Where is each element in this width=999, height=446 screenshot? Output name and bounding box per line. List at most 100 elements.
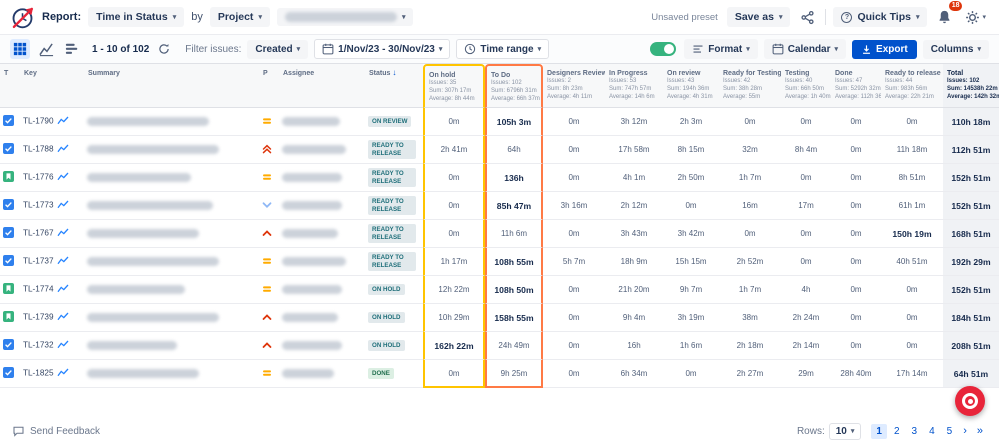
refresh-icon[interactable] (155, 40, 173, 58)
trend-chart-icon[interactable] (57, 312, 69, 323)
trend-chart-icon[interactable] (57, 228, 69, 239)
column-stat: Sum: 983h 56m (885, 85, 940, 93)
trend-chart-icon[interactable] (57, 284, 69, 295)
report-type-dropdown[interactable]: Time in Status ▾ (88, 7, 184, 27)
time-cell: 4h (781, 276, 831, 304)
date-range-picker[interactable]: 1/Nov/23 - 30/Nov/23 ▾ (314, 39, 450, 59)
summary-cell (84, 276, 259, 304)
status-badge: ON REVIEW (368, 116, 411, 128)
column-header-status[interactable]: Status↓ (365, 64, 423, 108)
table-row[interactable]: TL-1774ON HOLD12h 22m108h 50m0m21h 20m9h… (0, 276, 999, 304)
time-cell: 5h 7m (543, 248, 605, 276)
column-header-designers-review[interactable]: Designers ReviewIssues: 2Sum: 8h 23mAver… (543, 64, 605, 108)
trend-chart-icon[interactable] (57, 116, 69, 127)
calendar-label: Calendar (788, 44, 831, 55)
issue-key-link[interactable]: TL-1825 (23, 369, 54, 378)
sort-descending-icon[interactable]: ↓ (392, 68, 396, 77)
column-label: Summary (88, 70, 120, 77)
column-header-ready-for-testing[interactable]: Ready for TestingIssues: 42Sum: 38h 28mA… (719, 64, 781, 108)
time-cell: 1h 7m (719, 276, 781, 304)
total-cell: 112h 51m (943, 136, 999, 164)
trend-chart-icon[interactable] (57, 200, 69, 211)
trend-chart-icon[interactable] (57, 368, 69, 379)
trend-chart-icon[interactable] (57, 256, 69, 267)
export-button[interactable]: Export (852, 40, 917, 59)
calendar-dropdown[interactable]: Calendar ▾ (764, 39, 846, 59)
format-dropdown[interactable]: Format ▾ (684, 39, 757, 59)
time-cell: 64h (485, 136, 543, 164)
table-row[interactable]: TL-1825DONE0m9h 25m0m6h 34m0m2h 27m29m28… (0, 360, 999, 388)
column-header-testing[interactable]: TestingIssues: 40Sum: 66h 50mAverage: 1h… (781, 64, 831, 108)
next-page-icon[interactable]: › (959, 423, 971, 439)
issue-key-link[interactable]: TL-1732 (23, 341, 54, 350)
notifications-bell-icon[interactable]: 18 (934, 6, 955, 28)
time-cell: 158h 55m (485, 304, 543, 332)
settings-gear-icon[interactable]: ▾ (962, 7, 989, 28)
table-row[interactable]: TL-1788READY TO RELEASE2h 41m64h0m17h 58… (0, 136, 999, 164)
trend-chart-icon[interactable] (57, 340, 69, 351)
issue-key-link[interactable]: TL-1790 (23, 117, 54, 126)
column-header-on-hold[interactable]: On holdIssues: 35Sum: 307h 17mAverage: 8… (423, 64, 485, 108)
column-header-done[interactable]: DoneIssues: 47Sum: 5292h 32mAverage: 112… (831, 64, 881, 108)
table-row[interactable]: TL-1767READY TO RELEASE0m11h 6m0m3h 43m3… (0, 220, 999, 248)
column-header-to-do[interactable]: To DoIssues: 102Sum: 6796h 31mAverage: 6… (485, 64, 543, 108)
time-cell: 9h 4m (605, 304, 663, 332)
table-row[interactable]: TL-1732ON HOLD162h 22m24h 49m0m16h1h 6m2… (0, 332, 999, 360)
blurred-summary-text (87, 145, 219, 154)
blurred-summary-text (87, 173, 191, 182)
export-label: Export (876, 44, 908, 55)
page-button-1[interactable]: 1 (871, 424, 887, 439)
blurred-summary-text (87, 313, 219, 322)
table-view-button[interactable] (10, 39, 30, 59)
group-by-dropdown[interactable]: Project ▾ (210, 7, 270, 27)
column-stat: Average: 66h 37m (491, 95, 538, 103)
time-cell: 0m (423, 360, 485, 388)
time-cell: 0m (881, 304, 943, 332)
share-icon[interactable] (797, 7, 818, 28)
time-cell: 11h 18m (881, 136, 943, 164)
column-stat: Issues: 35 (429, 79, 480, 87)
issue-key-link[interactable]: TL-1774 (23, 285, 54, 294)
time-cell: 0m (831, 248, 881, 276)
table-row[interactable]: TL-1739ON HOLD10h 29m158h 55m0m9h 4m3h 1… (0, 304, 999, 332)
trend-chart-icon[interactable] (57, 144, 69, 155)
table-row[interactable]: TL-1737READY TO RELEASE1h 17m108h 55m5h … (0, 248, 999, 276)
status-cell: ON HOLD (365, 276, 423, 304)
columns-dropdown[interactable]: Columns ▾ (923, 40, 989, 59)
table-row[interactable]: TL-1776READY TO RELEASE0m136h0m4h 1m2h 5… (0, 164, 999, 192)
rows-per-page-dropdown[interactable]: 10 ▾ (829, 423, 862, 440)
trend-chart-icon[interactable] (57, 172, 69, 183)
table-row[interactable]: TL-1790ON REVIEW0m105h 3m0m3h 12m2h 3m0m… (0, 108, 999, 136)
send-feedback-link[interactable]: Send Feedback (12, 425, 100, 437)
summary-cell (84, 108, 259, 136)
issue-key-link[interactable]: TL-1739 (23, 313, 54, 322)
column-header-in-progress[interactable]: In ProgressIssues: 53Sum: 747h 57mAverag… (605, 64, 663, 108)
issue-key-link[interactable]: TL-1776 (23, 173, 54, 182)
column-header-ready-to-release[interactable]: Ready to releaseIssues: 44Sum: 983h 56mA… (881, 64, 943, 108)
last-page-icon[interactable]: » (973, 423, 987, 439)
time-cell: 0m (543, 108, 605, 136)
save-as-button[interactable]: Save as ▾ (727, 7, 791, 27)
format-toggle[interactable] (650, 42, 676, 56)
list-view-button[interactable] (62, 39, 82, 59)
table-row[interactable]: TL-1773READY TO RELEASE0m85h 47m3h 16m2h… (0, 192, 999, 220)
help-widget-button[interactable] (955, 386, 985, 416)
summary-cell (84, 332, 259, 360)
issue-key-link[interactable]: TL-1767 (23, 229, 54, 238)
quick-tips-button[interactable]: ? Quick Tips ▾ (833, 7, 927, 27)
column-header-total[interactable]: TotalIssues: 102Sum: 14538h 22mAverage: … (943, 64, 999, 108)
issue-key-link[interactable]: TL-1773 (23, 201, 54, 210)
issue-key-link[interactable]: TL-1737 (23, 257, 54, 266)
project-selector-dropdown[interactable]: ▾ (277, 8, 414, 26)
issue-key-link[interactable]: TL-1788 (23, 145, 54, 154)
page-button-4[interactable]: 4 (924, 424, 940, 439)
page-button-2[interactable]: 2 (889, 424, 905, 439)
column-stat: Average: 22h 21m (885, 93, 940, 101)
column-header-on-review[interactable]: On reviewIssues: 43Sum: 194h 36mAverage:… (663, 64, 719, 108)
page-button-5[interactable]: 5 (942, 424, 958, 439)
issue-type-cell (0, 332, 20, 360)
page-button-3[interactable]: 3 (907, 424, 923, 439)
time-range-dropdown[interactable]: Time range ▾ (456, 39, 549, 59)
created-filter-dropdown[interactable]: Created ▾ (247, 40, 308, 59)
chart-view-button[interactable] (36, 39, 56, 59)
